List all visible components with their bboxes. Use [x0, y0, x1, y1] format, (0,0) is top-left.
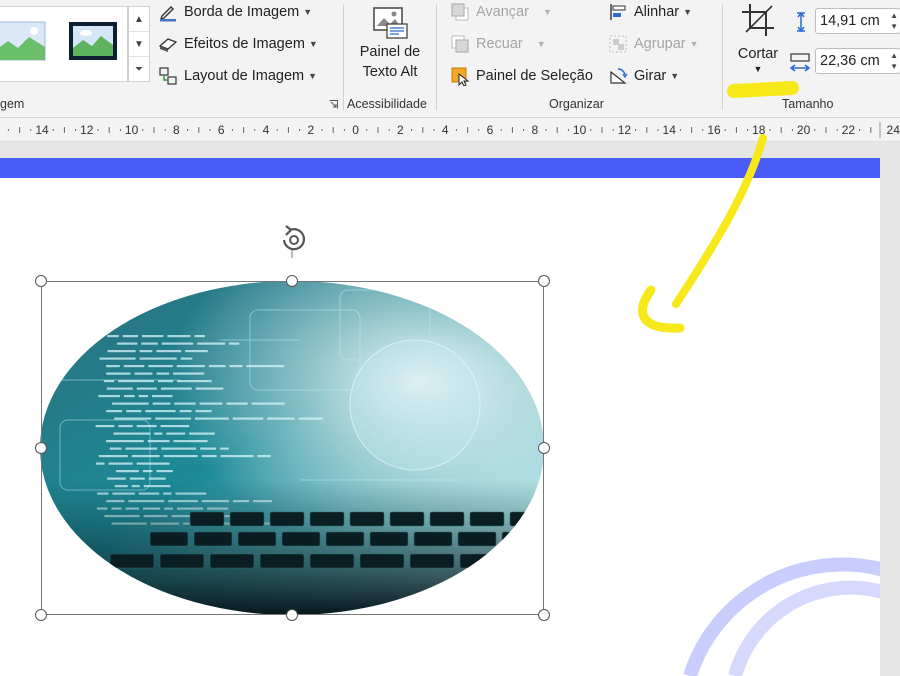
annotation-arrow: [672, 134, 767, 308]
annotation-arrowhead: [638, 285, 685, 333]
annotation-overlay: [638, 81, 799, 333]
